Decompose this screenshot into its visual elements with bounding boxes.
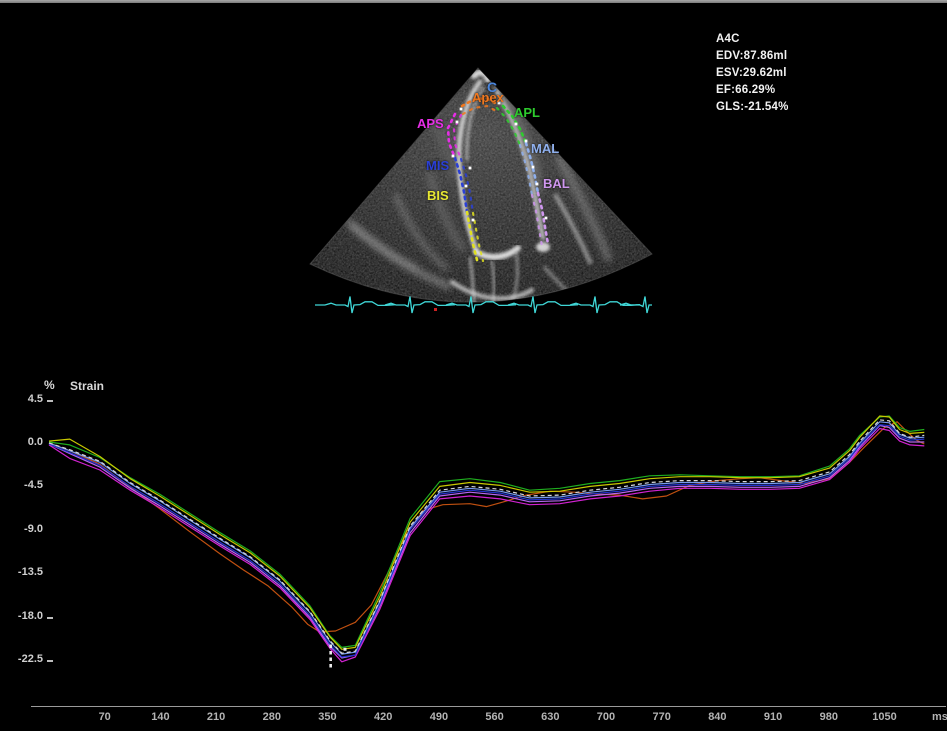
- window-top-bar: [0, 0, 947, 3]
- y-tick-label: 0.0: [0, 436, 43, 448]
- segment-label-apex: Apex: [472, 90, 504, 105]
- x-tick-label: 490: [419, 711, 459, 723]
- x-tick-label: 280: [252, 711, 292, 723]
- strain-curve-mal: [49, 422, 924, 654]
- view-label: A4C: [716, 31, 789, 48]
- segment-label-apl: APL: [514, 105, 540, 120]
- strain-curve-bal: [49, 426, 924, 658]
- strain-curve-apex: [49, 422, 924, 632]
- strain-curve-bis: [49, 416, 924, 649]
- x-axis-unit: ms: [932, 711, 947, 723]
- x-tick-label: 560: [475, 711, 515, 723]
- strain-curve-average: [49, 420, 924, 653]
- y-tick-label: -9.0: [0, 523, 43, 535]
- gls-value: GLS:-21.54%: [716, 99, 789, 116]
- segment-label-bal: BAL: [543, 176, 570, 191]
- x-tick-label: 210: [196, 711, 236, 723]
- segment-label-mis: MIS: [426, 158, 449, 173]
- ecg-cursor-mark: [434, 308, 437, 311]
- y-tick-label: -4.5: [0, 479, 43, 491]
- scene-canvas: [0, 0, 947, 731]
- avc-marker-dot: [344, 648, 347, 651]
- strain-curves: [49, 416, 924, 662]
- x-tick-label: 770: [642, 711, 682, 723]
- x-tick-label: 420: [363, 711, 403, 723]
- segment-label-mal: MAL: [531, 141, 559, 156]
- y-tick-label: -13.5: [0, 566, 43, 578]
- y-tick-label: -18.0: [0, 610, 43, 622]
- x-axis-line: [31, 706, 946, 707]
- y-axis-unit: %: [44, 378, 55, 392]
- y-tick-label: 4.5: [0, 393, 43, 405]
- x-tick-label: 910: [753, 711, 793, 723]
- y-tick-label: -22.5: [0, 653, 43, 665]
- esv-value: ESV:29.62ml: [716, 65, 789, 82]
- x-tick-label: 840: [697, 711, 737, 723]
- ef-value: EF:66.29%: [716, 82, 789, 99]
- echo-strain-analysis-screen: A4C EDV:87.86ml ESV:29.62ml EF:66.29% GL…: [0, 0, 947, 731]
- x-tick-label: 70: [85, 711, 125, 723]
- x-tick-label: 350: [307, 711, 347, 723]
- chart-title: Strain: [70, 379, 104, 393]
- x-tick-label: 980: [809, 711, 849, 723]
- strain-curve-mis: [49, 425, 924, 657]
- x-tick-label: 630: [530, 711, 570, 723]
- segment-label-bis: BIS: [427, 188, 449, 203]
- x-tick-label: 1050: [864, 711, 904, 723]
- strain-curve-apl: [49, 416, 924, 647]
- measurement-panel: A4C EDV:87.86ml ESV:29.62ml EF:66.29% GL…: [716, 31, 789, 116]
- x-tick-label: 140: [140, 711, 180, 723]
- edv-value: EDV:87.86ml: [716, 48, 789, 65]
- segment-label-aps: APS: [417, 116, 444, 131]
- x-tick-label: 700: [586, 711, 626, 723]
- strain-curve-aps: [49, 429, 924, 662]
